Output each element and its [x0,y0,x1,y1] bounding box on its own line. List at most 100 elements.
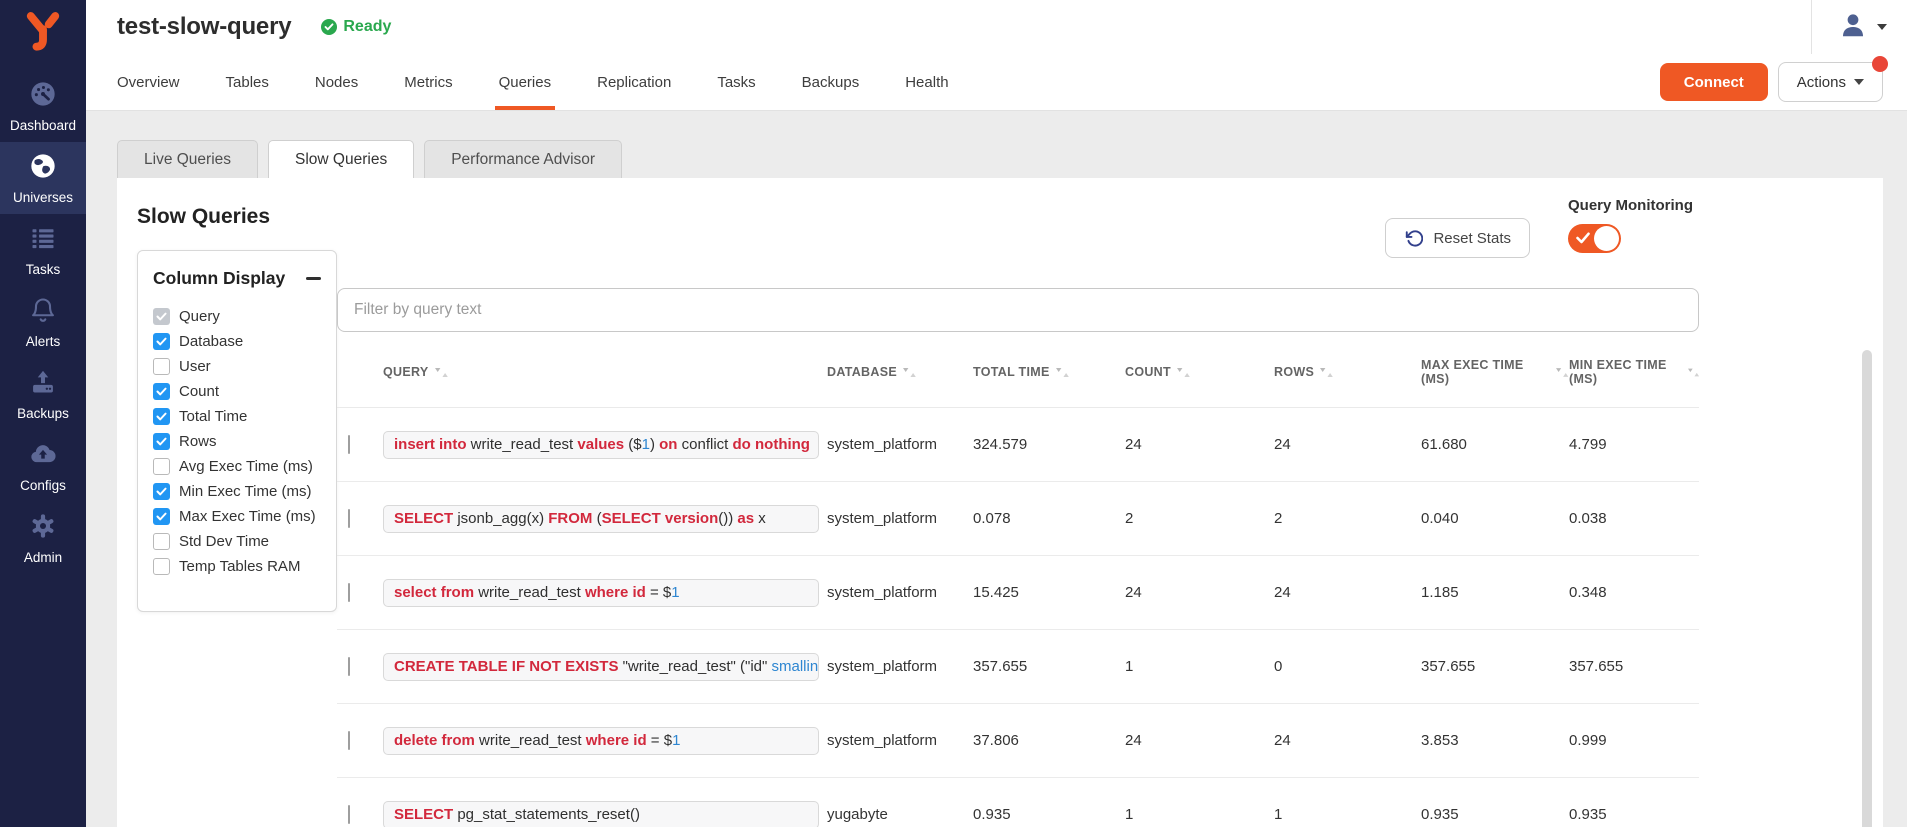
collapse-minus-icon[interactable] [306,277,321,280]
sidebar-item[interactable]: Universes [0,142,86,214]
sort-icon[interactable] [1556,368,1569,377]
checkbox[interactable] [153,558,170,575]
rows-cell: 24 [1274,584,1421,601]
table-scrollbar[interactable] [1862,350,1872,827]
actions-caret-icon [1854,79,1864,85]
checkbox[interactable] [153,358,170,375]
sidebar-item[interactable]: Configs [0,430,86,502]
checkbox[interactable] [153,383,170,400]
table-row[interactable]: delete from write_read_test where id = $… [337,704,1699,778]
checkbox[interactable] [153,483,170,500]
actions-button[interactable]: Actions [1778,62,1883,102]
nav-tab[interactable]: Queries [499,54,552,110]
row-checkbox[interactable] [348,805,350,824]
min-exec-cell: 0.999 [1569,732,1699,749]
sidebar-item-label: Dashboard [10,118,76,133]
table-row[interactable]: SELECT pg_stat_statements_reset() yugaby… [337,778,1699,827]
reset-stats-label: Reset Stats [1433,230,1511,247]
column-option[interactable]: Query [153,304,321,329]
table-row[interactable]: insert into write_read_test values ($1) … [337,408,1699,482]
column-option[interactable]: Rows [153,429,321,454]
sort-icon[interactable] [1056,368,1069,377]
nav-tab[interactable]: Nodes [315,54,358,110]
row-checkbox[interactable] [348,657,350,676]
database-cell: system_platform [827,732,973,749]
sql-token: "write_read_test" ("id" [623,658,772,675]
sidebar-item[interactable]: Admin [0,502,86,574]
column-option[interactable]: Max Exec Time (ms) [153,504,321,529]
row-checkbox[interactable] [348,731,350,750]
column-header[interactable]: TOTAL TIME [973,365,1125,379]
column-option-label: Temp Tables RAM [179,558,300,575]
nav-tab[interactable]: Replication [597,54,671,110]
column-option[interactable]: Min Exec Time (ms) [153,479,321,504]
rows-cell: 1 [1274,806,1421,823]
column-option-label: Std Dev Time [179,533,269,550]
column-option[interactable]: Count [153,379,321,404]
query-filter-input[interactable] [337,288,1699,332]
subtab[interactable]: Performance Advisor [424,140,622,178]
nav-tab[interactable]: Tasks [717,54,755,110]
divider [1811,0,1812,54]
sql-token: CREATE TABLE IF NOT EXISTS [394,658,623,675]
slow-queries-panel: Slow Queries Reset Stats Query Monitorin… [117,178,1883,827]
checkbox[interactable] [153,433,170,450]
reset-stats-button[interactable]: Reset Stats [1385,218,1530,258]
sort-icon[interactable] [903,368,916,377]
column-option-label: Avg Exec Time (ms) [179,458,313,475]
column-option[interactable]: Avg Exec Time (ms) [153,454,321,479]
column-header[interactable]: QUERY [383,365,827,379]
column-option[interactable]: Total Time [153,404,321,429]
column-header[interactable]: ROWS [1274,365,1421,379]
connect-button[interactable]: Connect [1660,63,1768,101]
nav-tab[interactable]: Overview [117,54,180,110]
checkbox[interactable] [153,533,170,550]
checkbox[interactable] [153,508,170,525]
checkbox[interactable] [153,458,170,475]
row-checkbox[interactable] [348,583,350,602]
query-monitoring-toggle[interactable] [1568,224,1621,253]
sort-icon[interactable] [435,368,448,377]
row-checkbox[interactable] [348,509,350,528]
sort-icon[interactable] [1320,368,1333,377]
user-menu-caret-icon[interactable] [1877,24,1887,30]
cloud-upload-icon [29,440,57,473]
nav-tab[interactable]: Tables [226,54,269,110]
checkbox[interactable] [153,408,170,425]
table-row[interactable]: SELECT jsonb_agg(x) FROM (SELECT version… [337,482,1699,556]
column-option[interactable]: Database [153,329,321,354]
total-time-cell: 15.425 [973,584,1125,601]
sidebar-item[interactable]: Backups [0,358,86,430]
sidebar-item[interactable]: Dashboard [0,70,86,142]
topbar: test-slow-query Ready [86,0,1907,111]
column-header[interactable]: COUNT [1125,365,1274,379]
sidebar-item[interactable]: Alerts [0,286,86,358]
sort-icon[interactable] [1688,368,1699,377]
nav-tab[interactable]: Health [905,54,948,110]
row-checkbox[interactable] [348,435,350,454]
column-option[interactable]: User [153,354,321,379]
query-cell: insert into write_read_test values ($1) … [383,431,819,459]
user-avatar-icon[interactable] [1838,10,1868,45]
nav-tab[interactable]: Backups [802,54,860,110]
sidebar-item-label: Alerts [26,334,61,349]
nav-tab[interactable]: Metrics [404,54,452,110]
yugabyte-logo-icon[interactable] [22,9,64,56]
column-header[interactable]: DATABASE [827,365,973,379]
checkbox[interactable] [153,308,170,325]
column-header[interactable]: MAX EXEC TIME (MS) [1421,358,1569,386]
subtab[interactable]: Slow Queries [268,140,414,178]
table-row[interactable]: CREATE TABLE IF NOT EXISTS "write_read_t… [337,630,1699,704]
column-header[interactable]: MIN EXEC TIME (MS) [1569,358,1699,386]
checkbox[interactable] [153,333,170,350]
sidebar-item[interactable]: Tasks [0,214,86,286]
column-option[interactable]: Std Dev Time [153,529,321,554]
column-option[interactable]: Temp Tables RAM [153,554,321,579]
total-time-cell: 0.078 [973,510,1125,527]
subtab[interactable]: Live Queries [117,140,258,178]
column-option-label: Max Exec Time (ms) [179,508,316,525]
query-monitoring-label: Query Monitoring [1568,197,1693,214]
sort-icon[interactable] [1177,368,1190,377]
sidebar-item-label: Backups [17,406,69,421]
table-row[interactable]: select from write_read_test where id = $… [337,556,1699,630]
